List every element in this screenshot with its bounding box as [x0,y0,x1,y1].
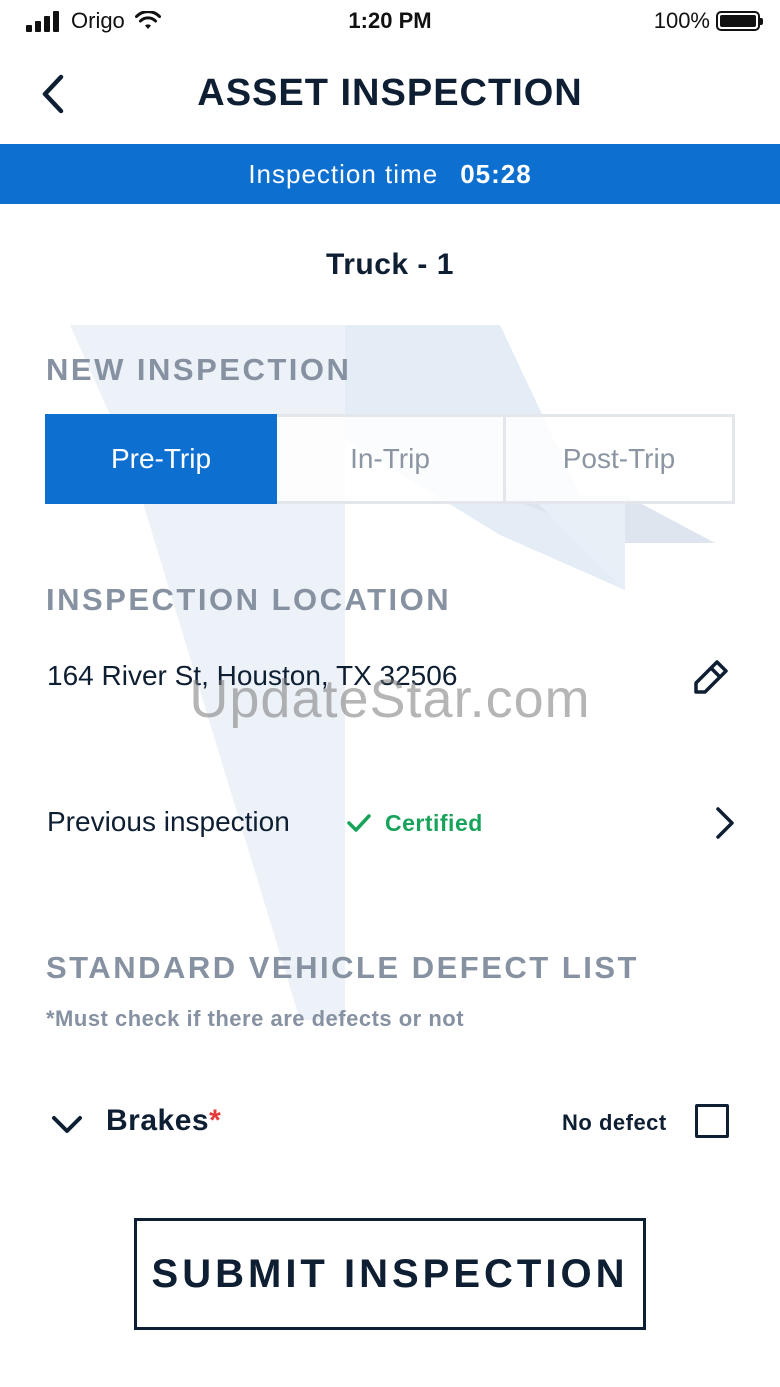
chevron-right-icon [716,807,734,839]
no-defect-checkbox[interactable] [695,1104,729,1138]
defect-item-brakes: Brakes* No defect [0,1094,780,1154]
previous-inspection-label: Previous inspection [47,806,290,837]
submit-inspection-button[interactable]: SUBMIT INSPECTION [134,1218,646,1330]
check-icon [347,814,371,832]
no-defect-label: No defect [562,1110,667,1135]
asset-name: Truck - 1 [326,248,454,281]
watermark: UpdateStar.com [189,669,591,729]
battery-icon [716,11,763,31]
battery-percent: 100% [653,8,710,33]
new-inspection-heading: NEW INSPECTION [46,352,352,387]
defect-list-note: *Must check if there are defects or not [46,1006,465,1031]
tab-pre-trip[interactable]: Pre-Trip [45,414,277,504]
previous-inspection-row[interactable]: Previous inspection Certified [0,796,780,856]
required-mark: * [209,1104,222,1137]
status-bar: Origo 1:20 PM 100% [0,0,780,42]
tab-in-trip[interactable]: In-Trip [277,414,506,504]
defect-list-heading: STANDARD VEHICLE DEFECT LIST [46,950,639,985]
nav-header: ASSET INSPECTION [0,42,780,144]
expand-brakes-button[interactable] [50,1112,84,1136]
inspection-timer-bar: Inspection time 05:28 [0,144,780,204]
timer-value: 05:28 [460,158,532,189]
tab-post-trip[interactable]: Post-Trip [506,414,735,504]
chevron-down-icon [52,1116,82,1133]
status-right: 100% [653,8,763,34]
inspection-location-heading: INSPECTION LOCATION [46,582,452,617]
timer-label: Inspection time [248,158,439,189]
inspection-type-selector: Pre-Trip In-Trip Post-Trip [45,414,735,504]
defect-item-name: Brakes [106,1104,210,1137]
certified-status: Certified [385,810,483,836]
defect-item-label: Brakes* [106,1104,221,1138]
page-title: ASSET INSPECTION [197,72,583,114]
